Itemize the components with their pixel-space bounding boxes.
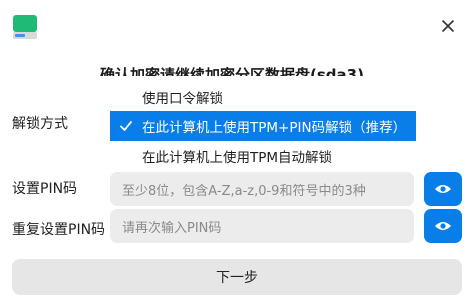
show-repeat-pin-button[interactable] <box>424 209 462 243</box>
option-label: 在此计算机上使用TPM自动解锁 <box>142 150 333 166</box>
unlock-method-label: 解锁方式 <box>12 116 68 132</box>
encryption-dialog: 确认加密请继续加密分区数据盘(sda3) 解锁方式 设置PIN码 至少8位，包含… <box>0 0 474 306</box>
option-label: 使用口令解锁 <box>142 91 223 107</box>
dropdown-option-password[interactable]: 使用口令解锁 <box>110 82 416 112</box>
pin-input[interactable]: 至少8位，包含A-Z,a-z,0-9和符号中的3种 <box>110 172 414 206</box>
repeat-pin-label: 重复设置PIN码 <box>12 222 106 238</box>
dropdown-option-tpm-auto[interactable]: 在此计算机上使用TPM自动解锁 <box>110 141 416 171</box>
close-icon <box>442 20 454 32</box>
unlock-method-dropdown: 使用口令解锁 在此计算机上使用TPM+PIN码解锁（推荐） 在此计算机上使用TP… <box>110 80 416 172</box>
disk-icon <box>13 15 37 39</box>
close-button[interactable] <box>436 14 460 38</box>
eye-icon <box>435 185 451 193</box>
checkmark-icon <box>120 121 132 131</box>
dialog-heading: 确认加密请继续加密分区数据盘(sda3) <box>100 66 364 76</box>
dropdown-option-tpm-pin[interactable]: 在此计算机上使用TPM+PIN码解锁（推荐） <box>110 111 416 141</box>
pin-label: 设置PIN码 <box>12 181 78 197</box>
next-button[interactable]: 下一步 <box>12 259 462 295</box>
option-label: 在此计算机上使用TPM+PIN码解锁（推荐） <box>142 120 407 136</box>
show-pin-button[interactable] <box>424 172 462 206</box>
eye-icon <box>435 222 451 230</box>
repeat-pin-input[interactable]: 请再次输入PIN码 <box>110 209 414 243</box>
